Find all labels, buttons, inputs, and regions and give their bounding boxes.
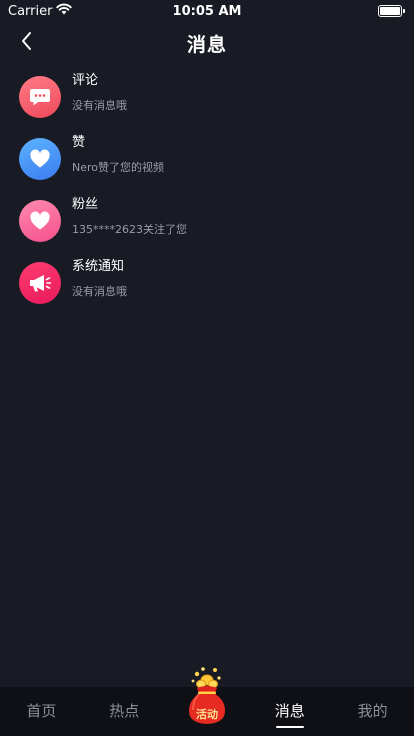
nav-bar: 消息 (0, 22, 414, 64)
message-list: 评论 没有消息哦 赞 Nero赞了您的视频 粉丝 135****2623关注了您 (0, 66, 414, 314)
megaphone-icon (19, 262, 61, 304)
message-title: 赞 (72, 135, 86, 150)
tab-profile[interactable]: 我的 (331, 687, 414, 736)
message-item-fans[interactable]: 粉丝 135****2623关注了您 (0, 190, 414, 252)
tab-messages[interactable]: 消息 (248, 687, 331, 736)
back-button[interactable] (14, 30, 40, 56)
page-title: 消息 (186, 33, 227, 56)
message-item-comments[interactable]: 评论 没有消息哦 (0, 66, 414, 128)
message-subtitle: 没有消息哦 (72, 285, 127, 298)
message-subtitle: 135****2623关注了您 (72, 223, 187, 236)
message-item-likes[interactable]: 赞 Nero赞了您的视频 (0, 128, 414, 190)
message-subtitle: 没有消息哦 (72, 99, 127, 112)
comment-bubble-icon (19, 76, 61, 118)
message-title: 系统通知 (72, 259, 125, 274)
message-title: 粉丝 (72, 197, 99, 212)
message-subtitle: Nero赞了您的视频 (72, 161, 165, 174)
message-title: 评论 (72, 73, 99, 88)
tab-label: 我的 (357, 702, 388, 720)
tab-label: 消息 (274, 702, 305, 720)
chevron-left-icon (20, 31, 34, 55)
wifi-icon (56, 3, 73, 19)
carrier-label: Carrier (8, 3, 53, 19)
status-left: Carrier (8, 3, 73, 19)
message-item-system-notice[interactable]: 系统通知 没有消息哦 (0, 252, 414, 314)
tab-label: 热点 (109, 702, 140, 720)
activity-button[interactable]: 活动 (183, 664, 231, 726)
tab-trending[interactable]: 热点 (83, 687, 166, 736)
activity-label: 活动 (196, 708, 218, 721)
tab-label: 首页 (26, 702, 57, 720)
heart-icon (19, 200, 61, 242)
status-bar: Carrier 10:05 AM (0, 0, 414, 22)
battery-icon (378, 5, 405, 17)
tab-home[interactable]: 首页 (0, 687, 83, 736)
heart-icon (19, 138, 61, 180)
active-tab-indicator (275, 726, 304, 728)
